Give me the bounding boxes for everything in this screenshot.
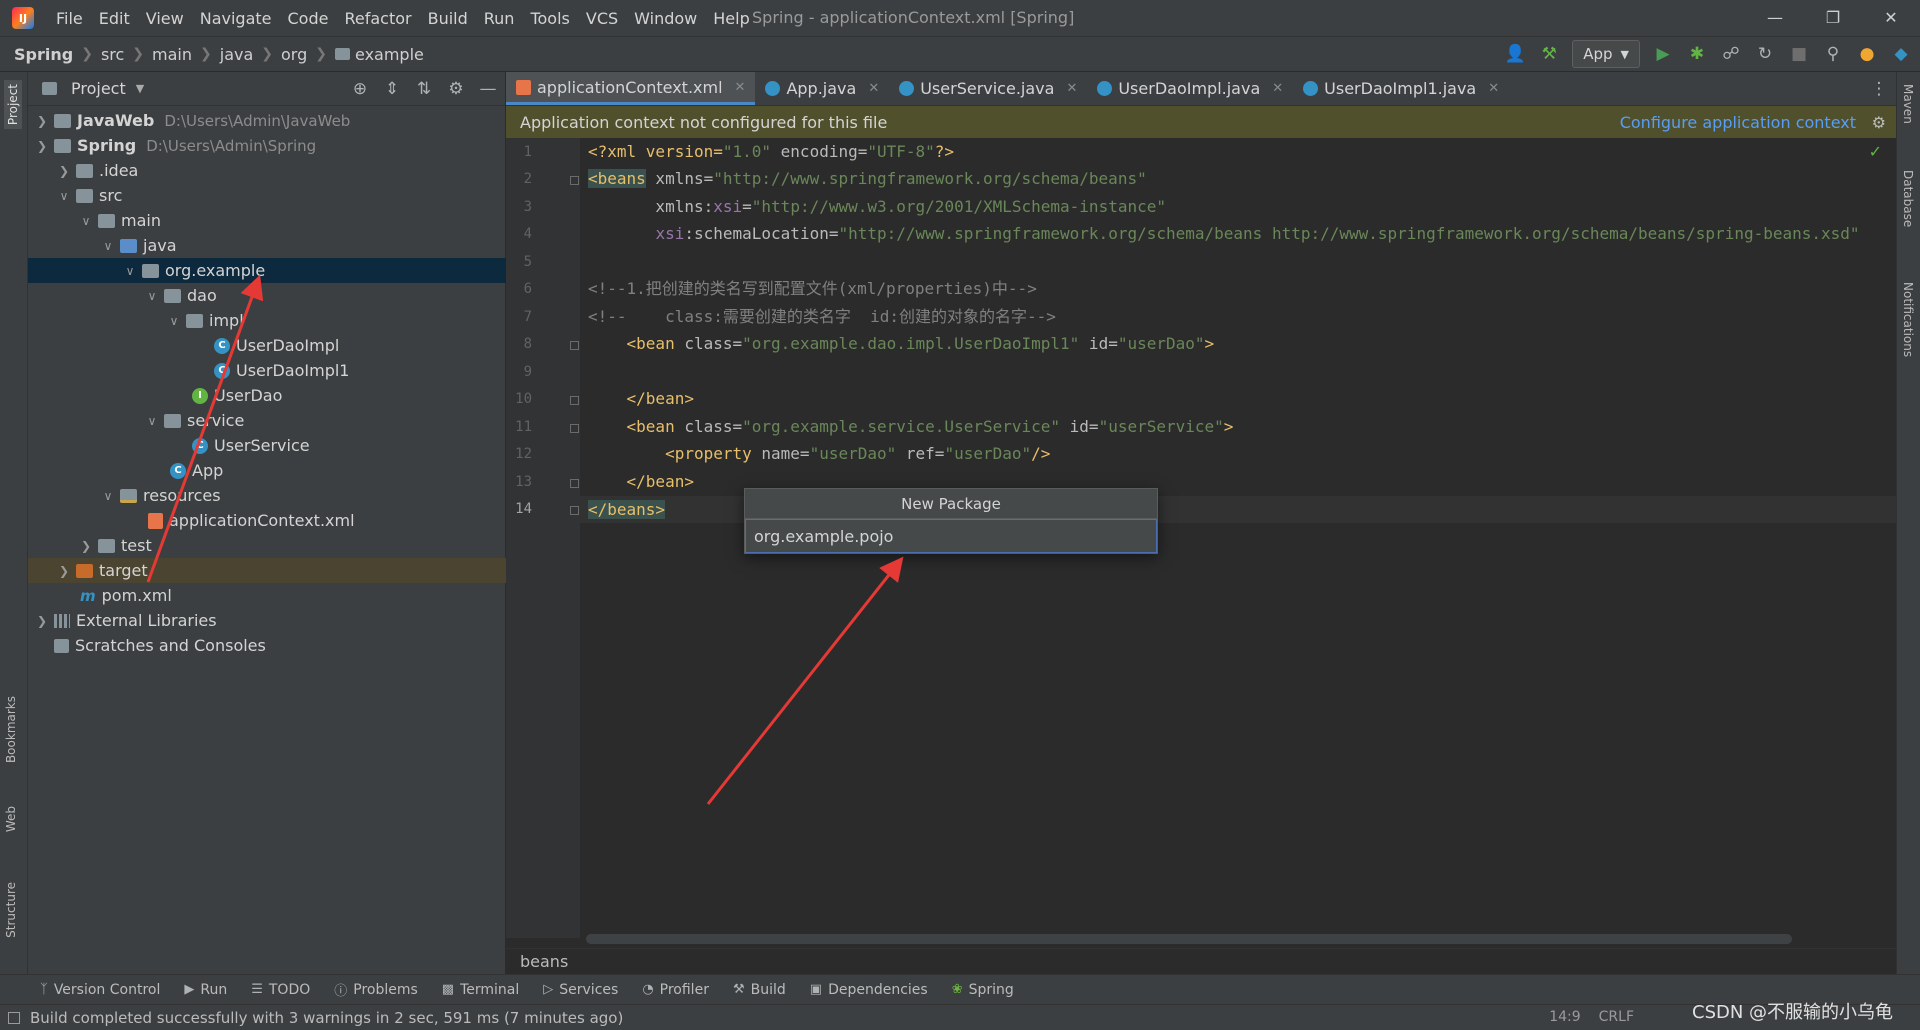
terminal-icon: ▩ (441, 982, 455, 997)
status-icon (8, 1011, 20, 1024)
problems-icon: ⓘ (334, 984, 348, 999)
tool-terminal[interactable]: ▩ Terminal (442, 982, 519, 998)
list-icon: ☰ (251, 982, 263, 997)
annotation-arrow-2 (706, 556, 904, 805)
profiler-icon: ◔ (642, 982, 654, 997)
spring-icon: ❀ (951, 982, 963, 997)
annotation-arrows (146, 274, 904, 805)
tool-todo[interactable]: ☰ TODO (251, 982, 310, 998)
tool-dependencies[interactable]: ▣ Dependencies (810, 982, 928, 998)
tool-spring[interactable]: ❀ Spring (952, 982, 1014, 998)
tool-build[interactable]: ⚒ Build (733, 982, 786, 998)
build-hammer-icon: ⚒ (732, 982, 745, 997)
services-icon: ▷ (543, 982, 554, 997)
caret-position[interactable]: 14:9 (1549, 1009, 1580, 1025)
dependencies-icon: ▣ (809, 982, 823, 997)
annotation-arrow-1 (146, 274, 264, 583)
tool-profiler[interactable]: ◔ Profiler (642, 982, 709, 998)
status-message[interactable]: Build completed successfully with 3 warn… (30, 1009, 623, 1027)
line-separator[interactable]: CRLF (1599, 1009, 1634, 1025)
tool-version-control[interactable]: ᛉ Version Control (40, 982, 160, 998)
bottom-tool-bar: ᛉ Version Control ▶ Run ☰ TODO ⓘ Problems ▩ T… (0, 974, 1920, 1004)
tool-services[interactable]: ▷ Services (543, 982, 618, 998)
status-bar: Build completed successfully with 3 warn… (0, 1004, 1920, 1030)
tool-problems[interactable]: ⓘ Problems (334, 980, 418, 1000)
tool-run[interactable]: ▶ Run (184, 982, 227, 998)
run-icon: ▶ (184, 982, 195, 997)
branch-icon: ᛉ (40, 982, 48, 997)
watermark-text: CSDN @不服输的小乌龟 (1692, 1002, 1894, 1023)
